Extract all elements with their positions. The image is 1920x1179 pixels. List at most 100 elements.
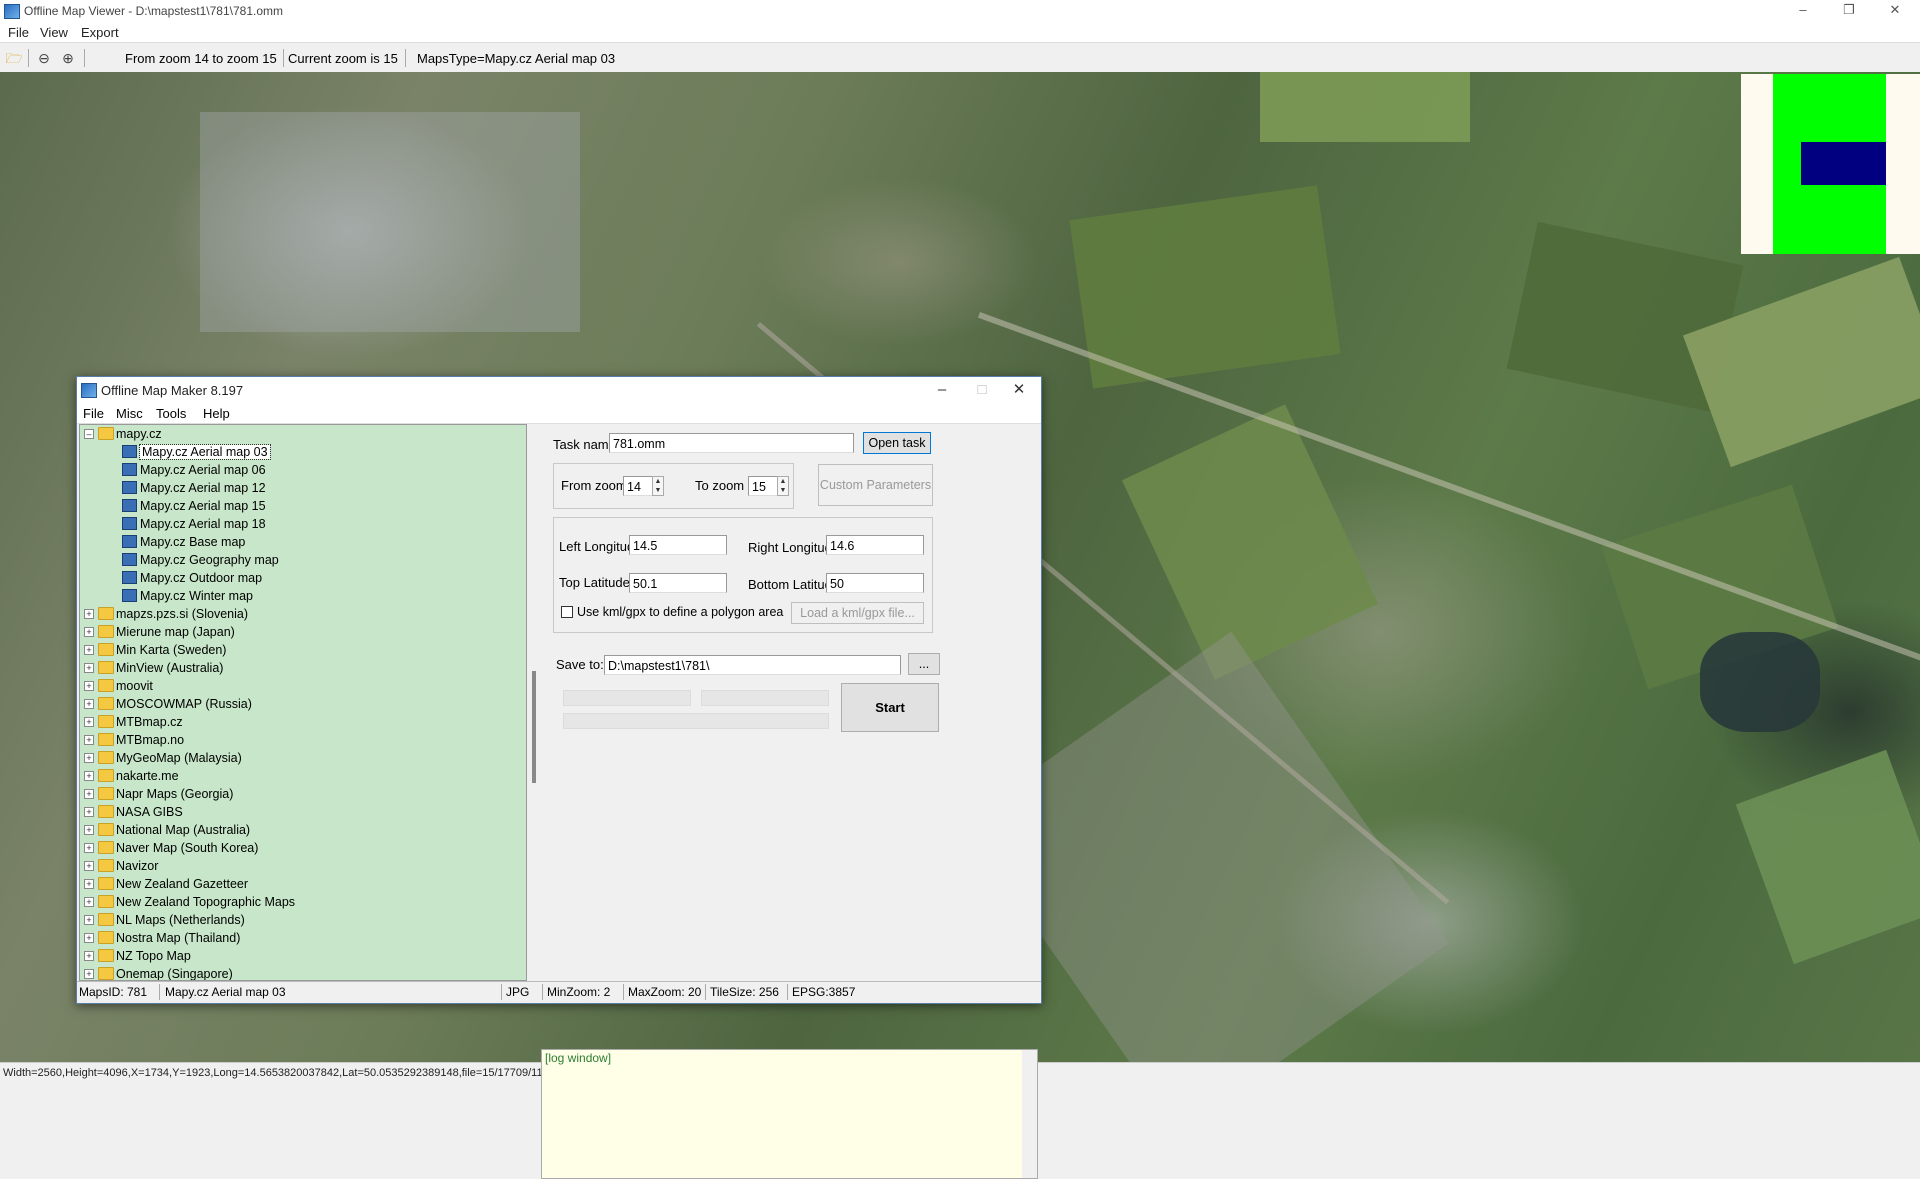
tree-label: Napr Maps (Georgia) <box>116 787 234 801</box>
tree-item-folder[interactable]: + Nostra Map (Thailand) <box>80 929 510 947</box>
tree-item-map[interactable]: Mapy.cz Aerial map 18 <box>80 515 510 533</box>
expand-icon[interactable]: + <box>84 861 94 871</box>
tree-item-folder[interactable]: + NASA GIBS <box>80 803 510 821</box>
folder-icon <box>98 877 114 890</box>
tree-folder-mapy-cz[interactable]: – mapy.cz <box>80 425 510 443</box>
restore-icon[interactable]: ❐ <box>1826 0 1872 22</box>
to-zoom-input[interactable]: 15 <box>748 476 780 496</box>
tree-scrollbar-thumb[interactable] <box>532 671 536 783</box>
expand-icon[interactable]: + <box>84 645 94 655</box>
from-zoom-input[interactable]: 14 <box>623 476 655 496</box>
overview-viewport[interactable] <box>1801 142 1886 185</box>
expand-icon[interactable]: + <box>84 627 94 637</box>
tree-item-folder[interactable]: + MTBmap.cz <box>80 713 510 731</box>
to-zoom-spinner[interactable]: ▲ ▼ <box>777 476 789 496</box>
minimize-icon[interactable]: – <box>922 379 962 401</box>
tree-item-folder[interactable]: + NZ Topo Map <box>80 947 510 965</box>
tree-label: Nostra Map (Thailand) <box>116 931 241 945</box>
tree-item-folder[interactable]: + Napr Maps (Georgia) <box>80 785 510 803</box>
tree-item-map[interactable]: Mapy.cz Aerial map 12 <box>80 479 510 497</box>
expand-icon[interactable]: + <box>84 879 94 889</box>
tree-label: moovit <box>116 679 153 693</box>
expand-icon[interactable]: + <box>84 825 94 835</box>
close-icon[interactable]: ✕ <box>999 379 1039 401</box>
close-icon[interactable]: ✕ <box>1872 0 1918 22</box>
expand-icon[interactable]: + <box>84 771 94 781</box>
expand-icon[interactable]: + <box>84 735 94 745</box>
expand-icon[interactable]: + <box>84 897 94 907</box>
map-source-tree[interactable]: – mapy.cz Mapy.cz Aerial map 03 Mapy.cz A… <box>79 424 527 981</box>
left-longitude-input[interactable]: 14.5 <box>629 535 727 555</box>
tree-label: NASA GIBS <box>116 805 183 819</box>
tree-item-map[interactable]: Mapy.cz Aerial map 06 <box>80 461 510 479</box>
menu-export[interactable]: Export <box>81 25 119 40</box>
tree-item-folder[interactable]: + MOSCOWMAP (Russia) <box>80 695 510 713</box>
tree-item-folder[interactable]: + Navizor <box>80 857 510 875</box>
tree-item-map[interactable]: Mapy.cz Outdoor map <box>80 569 510 587</box>
expand-icon[interactable]: + <box>84 933 94 943</box>
expand-icon[interactable]: + <box>84 951 94 961</box>
tree-item-map[interactable]: Mapy.cz Aerial map 03 <box>80 443 510 461</box>
expand-icon[interactable]: + <box>84 609 94 619</box>
start-button[interactable]: Start <box>841 683 939 732</box>
tree-item-folder[interactable]: + nakarte.me <box>80 767 510 785</box>
progress-bar-1 <box>563 690 691 706</box>
expand-icon[interactable]: + <box>84 753 94 763</box>
tree-item-folder[interactable]: + NL Maps (Netherlands) <box>80 911 510 929</box>
expand-icon[interactable]: + <box>84 681 94 691</box>
tree-item-folder[interactable]: + National Map (Australia) <box>80 821 510 839</box>
tree-item-map[interactable]: Mapy.cz Base map <box>80 533 510 551</box>
dialog-menu-misc[interactable]: Misc <box>116 406 143 421</box>
top-latitude-input[interactable]: 50.1 <box>629 573 727 593</box>
offline-map-maker-dialog: Offline Map Maker 8.197 – □ ✕ File Misc … <box>76 376 1042 1004</box>
expand-icon[interactable]: + <box>84 663 94 673</box>
zoom-out-icon[interactable]: ⊖ <box>35 49 53 67</box>
tree-item-folder[interactable]: + Mierune map (Japan) <box>80 623 510 641</box>
tree-label: New Zealand Topographic Maps <box>116 895 296 909</box>
browse-button[interactable]: ... <box>908 653 940 675</box>
tree-item-map[interactable]: Mapy.cz Winter map <box>80 587 510 605</box>
tree-item-map[interactable]: Mapy.cz Geography map <box>80 551 510 569</box>
kml-checkbox[interactable] <box>561 606 573 618</box>
tree-item-folder[interactable]: + New Zealand Gazetteer <box>80 875 510 893</box>
dialog-menu-help[interactable]: Help <box>203 406 230 421</box>
right-longitude-input[interactable]: 14.6 <box>826 535 924 555</box>
menu-view[interactable]: View <box>40 25 68 40</box>
menu-file[interactable]: File <box>8 25 29 40</box>
dialog-menu-tools[interactable]: Tools <box>156 406 186 421</box>
tree-item-folder[interactable]: + Min Karta (Sweden) <box>80 641 510 659</box>
expand-icon[interactable]: + <box>84 789 94 799</box>
dialog-menu-file[interactable]: File <box>83 406 104 421</box>
open-folder-icon[interactable]: 🗁 <box>5 49 23 67</box>
tree-item-folder[interactable]: + mapzs.pzs.si (Slovenia) <box>80 605 510 623</box>
log-scrollbar[interactable] <box>1022 1050 1037 1178</box>
save-to-input[interactable]: D:\mapstest1\781\ <box>604 655 901 675</box>
load-kml-button[interactable]: Load a kml/gpx file... <box>791 602 924 624</box>
expand-icon[interactable]: + <box>84 969 94 979</box>
tree-item-folder[interactable]: + MyGeoMap (Malaysia) <box>80 749 510 767</box>
minimize-icon[interactable]: – <box>1780 0 1826 22</box>
open-task-button[interactable]: Open task ... <box>863 432 931 470</box>
from-zoom-spinner[interactable]: ▲ ▼ <box>652 476 664 496</box>
bottom-latitude-input[interactable]: 50 <box>826 573 924 593</box>
expand-icon[interactable]: + <box>84 717 94 727</box>
tree-item-folder[interactable]: + MinView (Australia) <box>80 659 510 677</box>
status-min-zoom: MinZoom: 2 <box>547 985 611 999</box>
tree-item-folder[interactable]: + moovit <box>80 677 510 695</box>
log-window[interactable]: [log window] <box>541 1049 1038 1179</box>
tree-item-folder[interactable]: + MTBmap.no <box>80 731 510 749</box>
custom-parameters-button[interactable]: Custom Parameters <box>818 464 933 506</box>
kml-checkbox-label[interactable]: Use kml/gpx to define a polygon area <box>577 605 783 619</box>
expand-icon[interactable]: + <box>84 807 94 817</box>
expand-icon[interactable]: + <box>84 915 94 925</box>
tree-item-folder[interactable]: + Naver Map (South Korea) <box>80 839 510 857</box>
collapse-icon[interactable]: – <box>84 429 94 439</box>
task-name-input[interactable]: 781.omm <box>609 433 854 453</box>
tree-label: Mapy.cz Aerial map 12 <box>140 481 266 495</box>
tree-item-map[interactable]: Mapy.cz Aerial map 15 <box>80 497 510 515</box>
tree-item-folder[interactable]: + Onemap (Singapore) <box>80 965 510 980</box>
expand-icon[interactable]: + <box>84 843 94 853</box>
expand-icon[interactable]: + <box>84 699 94 709</box>
zoom-in-icon[interactable]: ⊕ <box>59 49 77 67</box>
tree-item-folder[interactable]: + New Zealand Topographic Maps <box>80 893 510 911</box>
